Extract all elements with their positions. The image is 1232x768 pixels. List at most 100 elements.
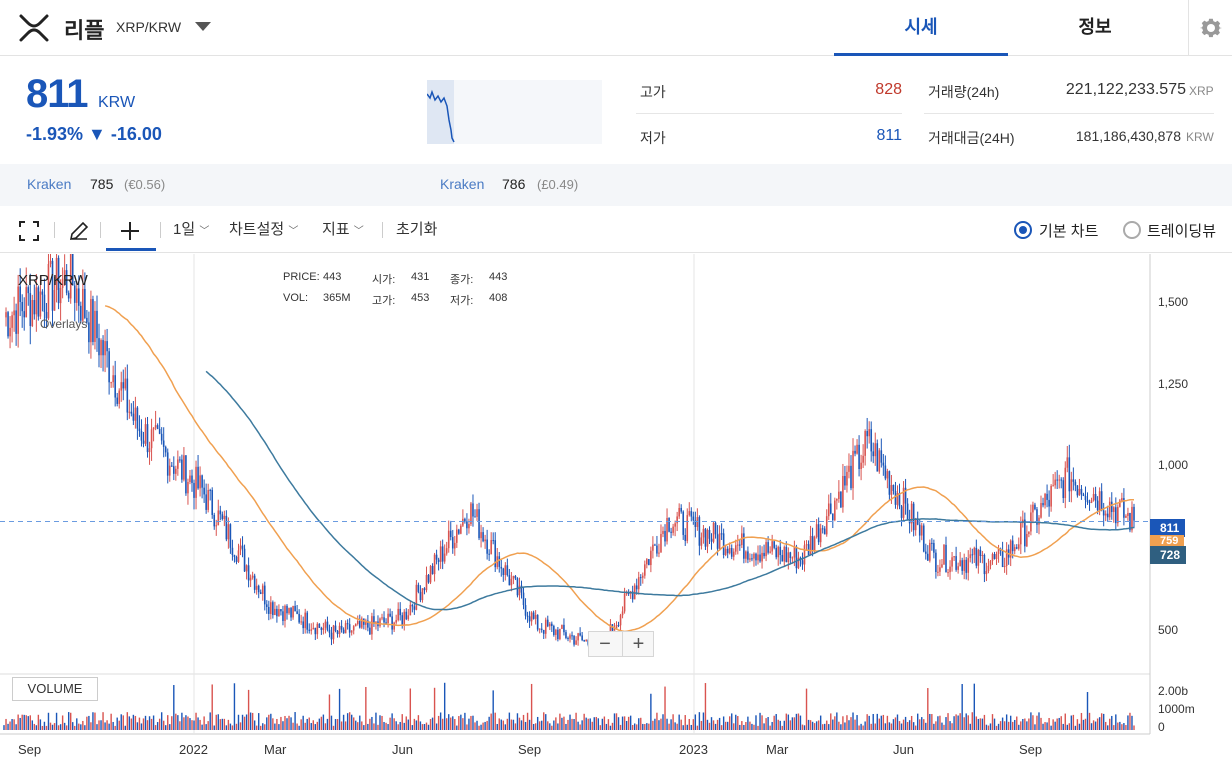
candle-body xyxy=(532,612,535,619)
candle-body xyxy=(641,575,644,578)
volume-bar xyxy=(284,715,286,730)
volume-bar xyxy=(1113,725,1115,730)
candle-body xyxy=(142,440,145,444)
candle-body xyxy=(813,537,816,552)
reset-button[interactable]: 초기화 xyxy=(396,218,437,239)
volume-bar xyxy=(223,718,226,730)
candle-body xyxy=(144,424,147,444)
indicators-menu[interactable]: 지표 ﹀ xyxy=(322,218,364,239)
volume-bar xyxy=(1072,714,1075,730)
candle-body xyxy=(116,397,119,404)
volume-bar xyxy=(957,715,959,730)
candle-body xyxy=(407,615,410,620)
volume-bar xyxy=(348,712,351,730)
volume-bar xyxy=(419,721,422,730)
coin-select-chevron-down-icon[interactable] xyxy=(195,22,211,31)
candle-body xyxy=(472,503,474,517)
fullscreen-icon[interactable] xyxy=(19,221,39,241)
volume-bar xyxy=(494,712,496,730)
volume-bar xyxy=(844,722,846,730)
volume-bar xyxy=(512,719,515,730)
candle-body xyxy=(259,592,262,594)
candle-body xyxy=(423,588,426,591)
basic-chart-radio[interactable] xyxy=(1014,221,1032,239)
candle-body xyxy=(1117,506,1119,524)
volume-bar xyxy=(197,717,199,730)
volume-bar xyxy=(1121,724,1123,730)
volume-bar xyxy=(43,721,46,730)
tab-price[interactable]: 시세 xyxy=(834,0,1008,56)
candle-body xyxy=(356,620,359,624)
candle-body xyxy=(122,382,125,389)
candle-body xyxy=(854,450,856,454)
zoom-out-button[interactable]: − xyxy=(589,632,621,656)
exchange-name[interactable]: Kraken xyxy=(27,176,71,192)
candle-body xyxy=(241,545,244,549)
volume-bar xyxy=(181,712,183,730)
candle-body xyxy=(1060,479,1063,481)
candle-body xyxy=(838,491,840,499)
tab-info[interactable]: 정보 xyxy=(1008,0,1182,56)
chart-settings-menu[interactable]: 차트설정 ﹀ xyxy=(229,218,298,239)
volume-bar xyxy=(140,723,143,730)
volume-bar xyxy=(19,717,21,730)
volume-bar xyxy=(134,715,137,730)
candle-body xyxy=(892,485,895,491)
overlays-label[interactable]: Overlays xyxy=(40,317,87,331)
volume-bar xyxy=(326,718,329,730)
volume-bar xyxy=(1102,713,1105,730)
volume-bar xyxy=(581,720,583,730)
candle-body xyxy=(371,616,373,635)
volume-bar xyxy=(870,723,872,730)
volume-bar xyxy=(1030,712,1032,730)
candle-body xyxy=(229,524,232,548)
volume-bar xyxy=(435,723,438,730)
interval-select[interactable]: 1일 ﹀ xyxy=(173,218,209,239)
candle-body xyxy=(579,633,581,636)
price-chart[interactable] xyxy=(0,254,1232,768)
volume-bar xyxy=(662,714,664,730)
volume-bar xyxy=(35,725,38,730)
volume-bar xyxy=(819,715,822,730)
exchange-name[interactable]: Kraken xyxy=(440,176,484,192)
candle-body xyxy=(217,510,220,526)
volume-bar xyxy=(464,712,466,730)
candle-body xyxy=(573,635,575,645)
candle-body xyxy=(1066,457,1069,468)
pencil-icon[interactable] xyxy=(68,220,90,242)
candle-body xyxy=(765,542,767,557)
volume-bar xyxy=(559,713,561,730)
volume-bar xyxy=(401,714,403,730)
candle-body xyxy=(728,548,731,554)
ohlc-price-label: PRICE: xyxy=(283,271,320,283)
gear-icon[interactable] xyxy=(1199,16,1223,40)
volume-bar xyxy=(33,723,36,730)
volume-bar xyxy=(443,682,446,730)
candle-body xyxy=(652,544,654,551)
volume-bar xyxy=(138,717,141,730)
candle-body xyxy=(949,566,951,573)
volume-bar xyxy=(316,721,319,730)
tradingview-label: 트레이딩뷰 xyxy=(1147,223,1217,240)
candle-body xyxy=(912,503,915,531)
volume-bar xyxy=(961,684,963,730)
volume-bar xyxy=(423,724,426,730)
tradingview-radio[interactable] xyxy=(1123,221,1141,239)
candle-body xyxy=(866,431,868,437)
volume-bar xyxy=(500,719,502,730)
candle-body xyxy=(979,549,982,556)
candle-body xyxy=(385,622,387,624)
volume-bar xyxy=(1096,718,1099,730)
candle-body xyxy=(173,466,175,474)
crosshair-icon[interactable] xyxy=(120,221,140,241)
candle-body xyxy=(346,623,349,625)
volume-bar xyxy=(848,720,850,730)
volume-bar xyxy=(609,725,612,730)
volume-bar xyxy=(830,713,832,730)
zoom-in-button[interactable]: + xyxy=(622,632,654,656)
volume-bar xyxy=(84,725,86,730)
volume-bar xyxy=(294,712,296,730)
candle-body xyxy=(670,531,672,533)
candle-body xyxy=(1034,504,1036,510)
volume-bar xyxy=(864,721,866,730)
